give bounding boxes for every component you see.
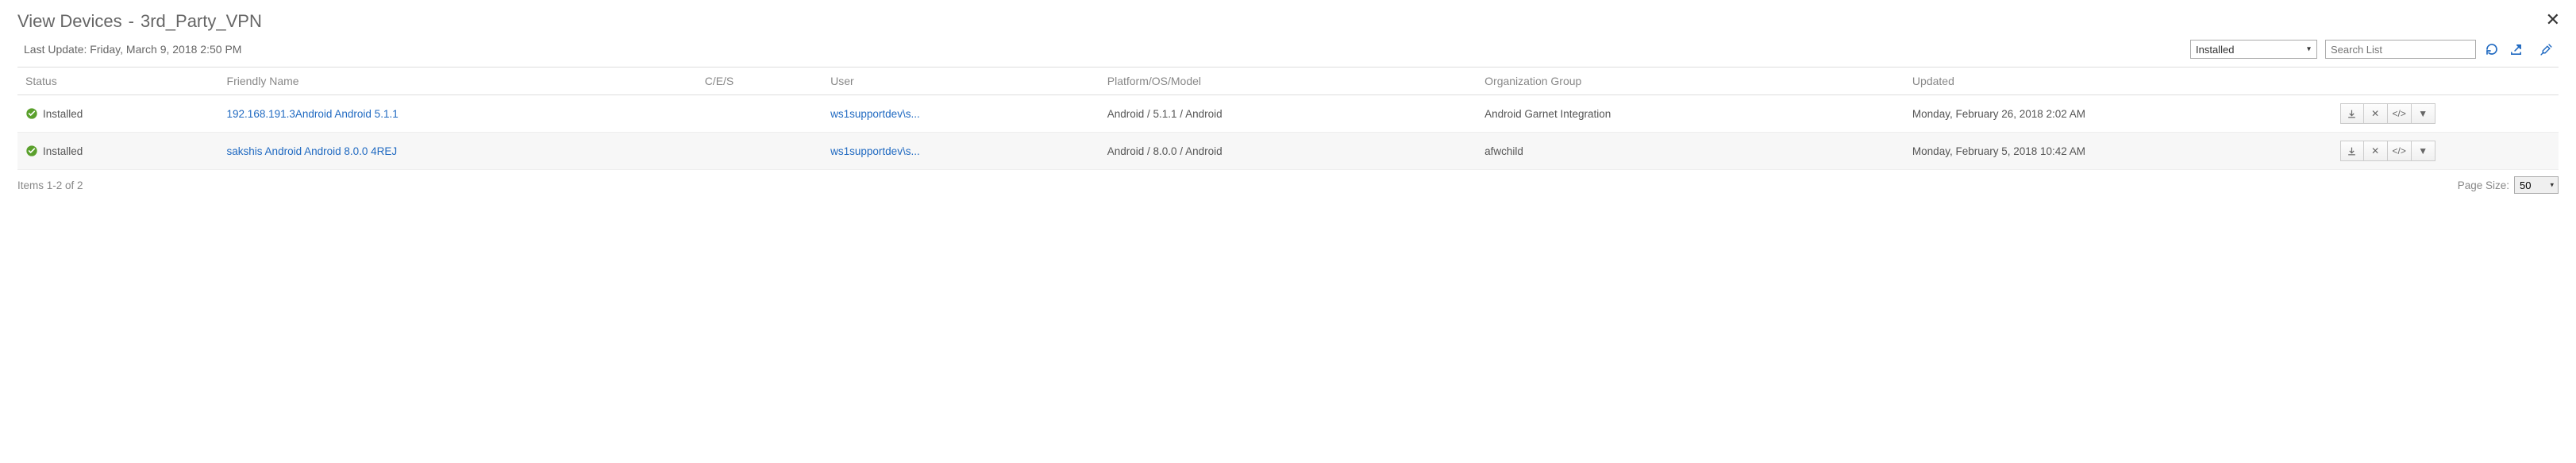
- remove-icon[interactable]: ✕: [2364, 103, 2388, 124]
- page-title-name: 3rd_Party_VPN: [141, 11, 262, 32]
- device-link[interactable]: sakshis Android Android 8.0.0 4REJ: [227, 145, 398, 157]
- items-count: Items 1-2 of 2: [17, 179, 83, 191]
- remove-icon[interactable]: ✕: [2364, 141, 2388, 161]
- page-title-dash: -: [129, 11, 134, 32]
- table-row: Installed sakshis Android Android 8.0.0 4…: [17, 133, 2559, 170]
- status-text: Installed: [43, 108, 83, 120]
- platform-cell: Android / 5.1.1 / Android: [1099, 95, 1477, 133]
- col-platform[interactable]: Platform/OS/Model: [1099, 68, 1477, 95]
- download-icon[interactable]: [2340, 103, 2364, 124]
- status-ok-icon: [25, 145, 38, 157]
- status-text: Installed: [43, 145, 83, 157]
- col-actions: [2332, 68, 2559, 95]
- refresh-icon[interactable]: [2484, 41, 2500, 57]
- tools-icon[interactable]: [2538, 41, 2554, 57]
- org-group-cell: afwchild: [1477, 133, 1904, 170]
- page-title-prefix: View Devices: [17, 11, 122, 32]
- col-friendly-name[interactable]: Friendly Name: [219, 68, 697, 95]
- updated-cell: Monday, February 26, 2018 2:02 AM: [1904, 95, 2332, 133]
- table-row: Installed 192.168.191.3Android Android 5.…: [17, 95, 2559, 133]
- ces-cell: [697, 133, 822, 170]
- code-icon[interactable]: </>: [2388, 141, 2412, 161]
- col-updated[interactable]: Updated: [1904, 68, 2332, 95]
- org-group-cell: Android Garnet Integration: [1477, 95, 1904, 133]
- last-update-value: Friday, March 9, 2018 2:50 PM: [90, 43, 241, 56]
- page-size-select[interactable]: 50: [2514, 176, 2559, 194]
- last-update-label: Last Update:: [24, 43, 90, 56]
- col-org-group[interactable]: Organization Group: [1477, 68, 1904, 95]
- download-icon[interactable]: [2340, 141, 2364, 161]
- col-ces[interactable]: C/E/S: [697, 68, 822, 95]
- status-filter-select[interactable]: Installed: [2190, 40, 2317, 59]
- col-user[interactable]: User: [822, 68, 1099, 95]
- export-icon[interactable]: [2508, 41, 2524, 57]
- status-ok-icon: [25, 107, 38, 120]
- page-size-label: Page Size:: [2458, 179, 2509, 191]
- search-input[interactable]: [2325, 40, 2476, 59]
- col-status[interactable]: Status: [17, 68, 219, 95]
- platform-cell: Android / 8.0.0 / Android: [1099, 133, 1477, 170]
- device-link[interactable]: 192.168.191.3Android Android 5.1.1: [227, 108, 399, 120]
- code-icon[interactable]: </>: [2388, 103, 2412, 124]
- updated-cell: Monday, February 5, 2018 10:42 AM: [1904, 133, 2332, 170]
- more-icon[interactable]: ▼: [2412, 103, 2435, 124]
- more-icon[interactable]: ▼: [2412, 141, 2435, 161]
- close-icon[interactable]: ✕: [2546, 11, 2560, 29]
- user-link[interactable]: ws1supportdev\s...: [830, 145, 920, 157]
- ces-cell: [697, 95, 822, 133]
- user-link[interactable]: ws1supportdev\s...: [830, 108, 920, 120]
